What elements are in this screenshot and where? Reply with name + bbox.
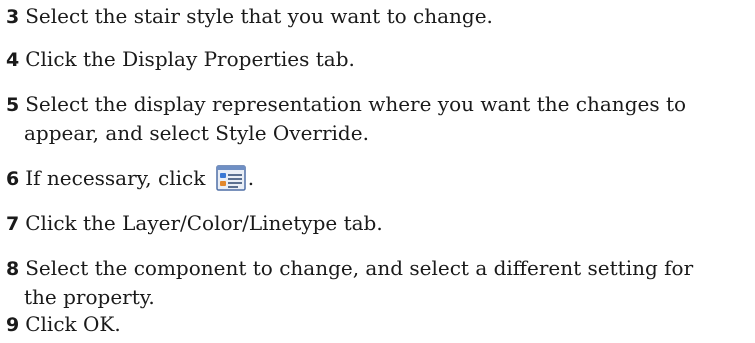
step-5: 5 Select the display representation where… (6, 90, 751, 147)
step-text: If necessary, click (25, 166, 206, 190)
step-text-continuation: appear, and select Style Override. (24, 121, 369, 145)
step-text: Select the display representation where … (25, 92, 687, 116)
step-number: 6 (6, 168, 20, 190)
step-number: 5 (6, 94, 20, 116)
step-text: Click the Display Properties tab. (25, 47, 355, 71)
step-3: 3 Select the stair style that you want to… (6, 2, 751, 31)
step-text-continuation: the property. (24, 285, 155, 309)
step-number: 9 (6, 314, 20, 336)
step-text: Click OK. (25, 312, 121, 336)
step-text: Select the component to change, and sele… (25, 256, 694, 280)
step-number: 7 (6, 213, 20, 235)
edit-display-properties-icon (215, 165, 246, 191)
step-text-end: . (247, 166, 255, 190)
step-8: 8 Select the component to change, and sel… (6, 254, 751, 311)
step-text: Click the Layer/Color/Linetype tab. (25, 211, 383, 235)
step-number: 4 (6, 49, 20, 71)
step-4: 4 Click the Display Properties tab. (6, 45, 751, 74)
step-6: 6 If necessary, click . (6, 164, 751, 193)
step-text: Select the stair style that you want to … (25, 4, 493, 28)
step-number: 3 (6, 6, 20, 28)
step-9: 9 Click OK. (6, 310, 751, 339)
step-number: 8 (6, 258, 20, 280)
step-7: 7 Click the Layer/Color/Linetype tab. (6, 209, 751, 238)
